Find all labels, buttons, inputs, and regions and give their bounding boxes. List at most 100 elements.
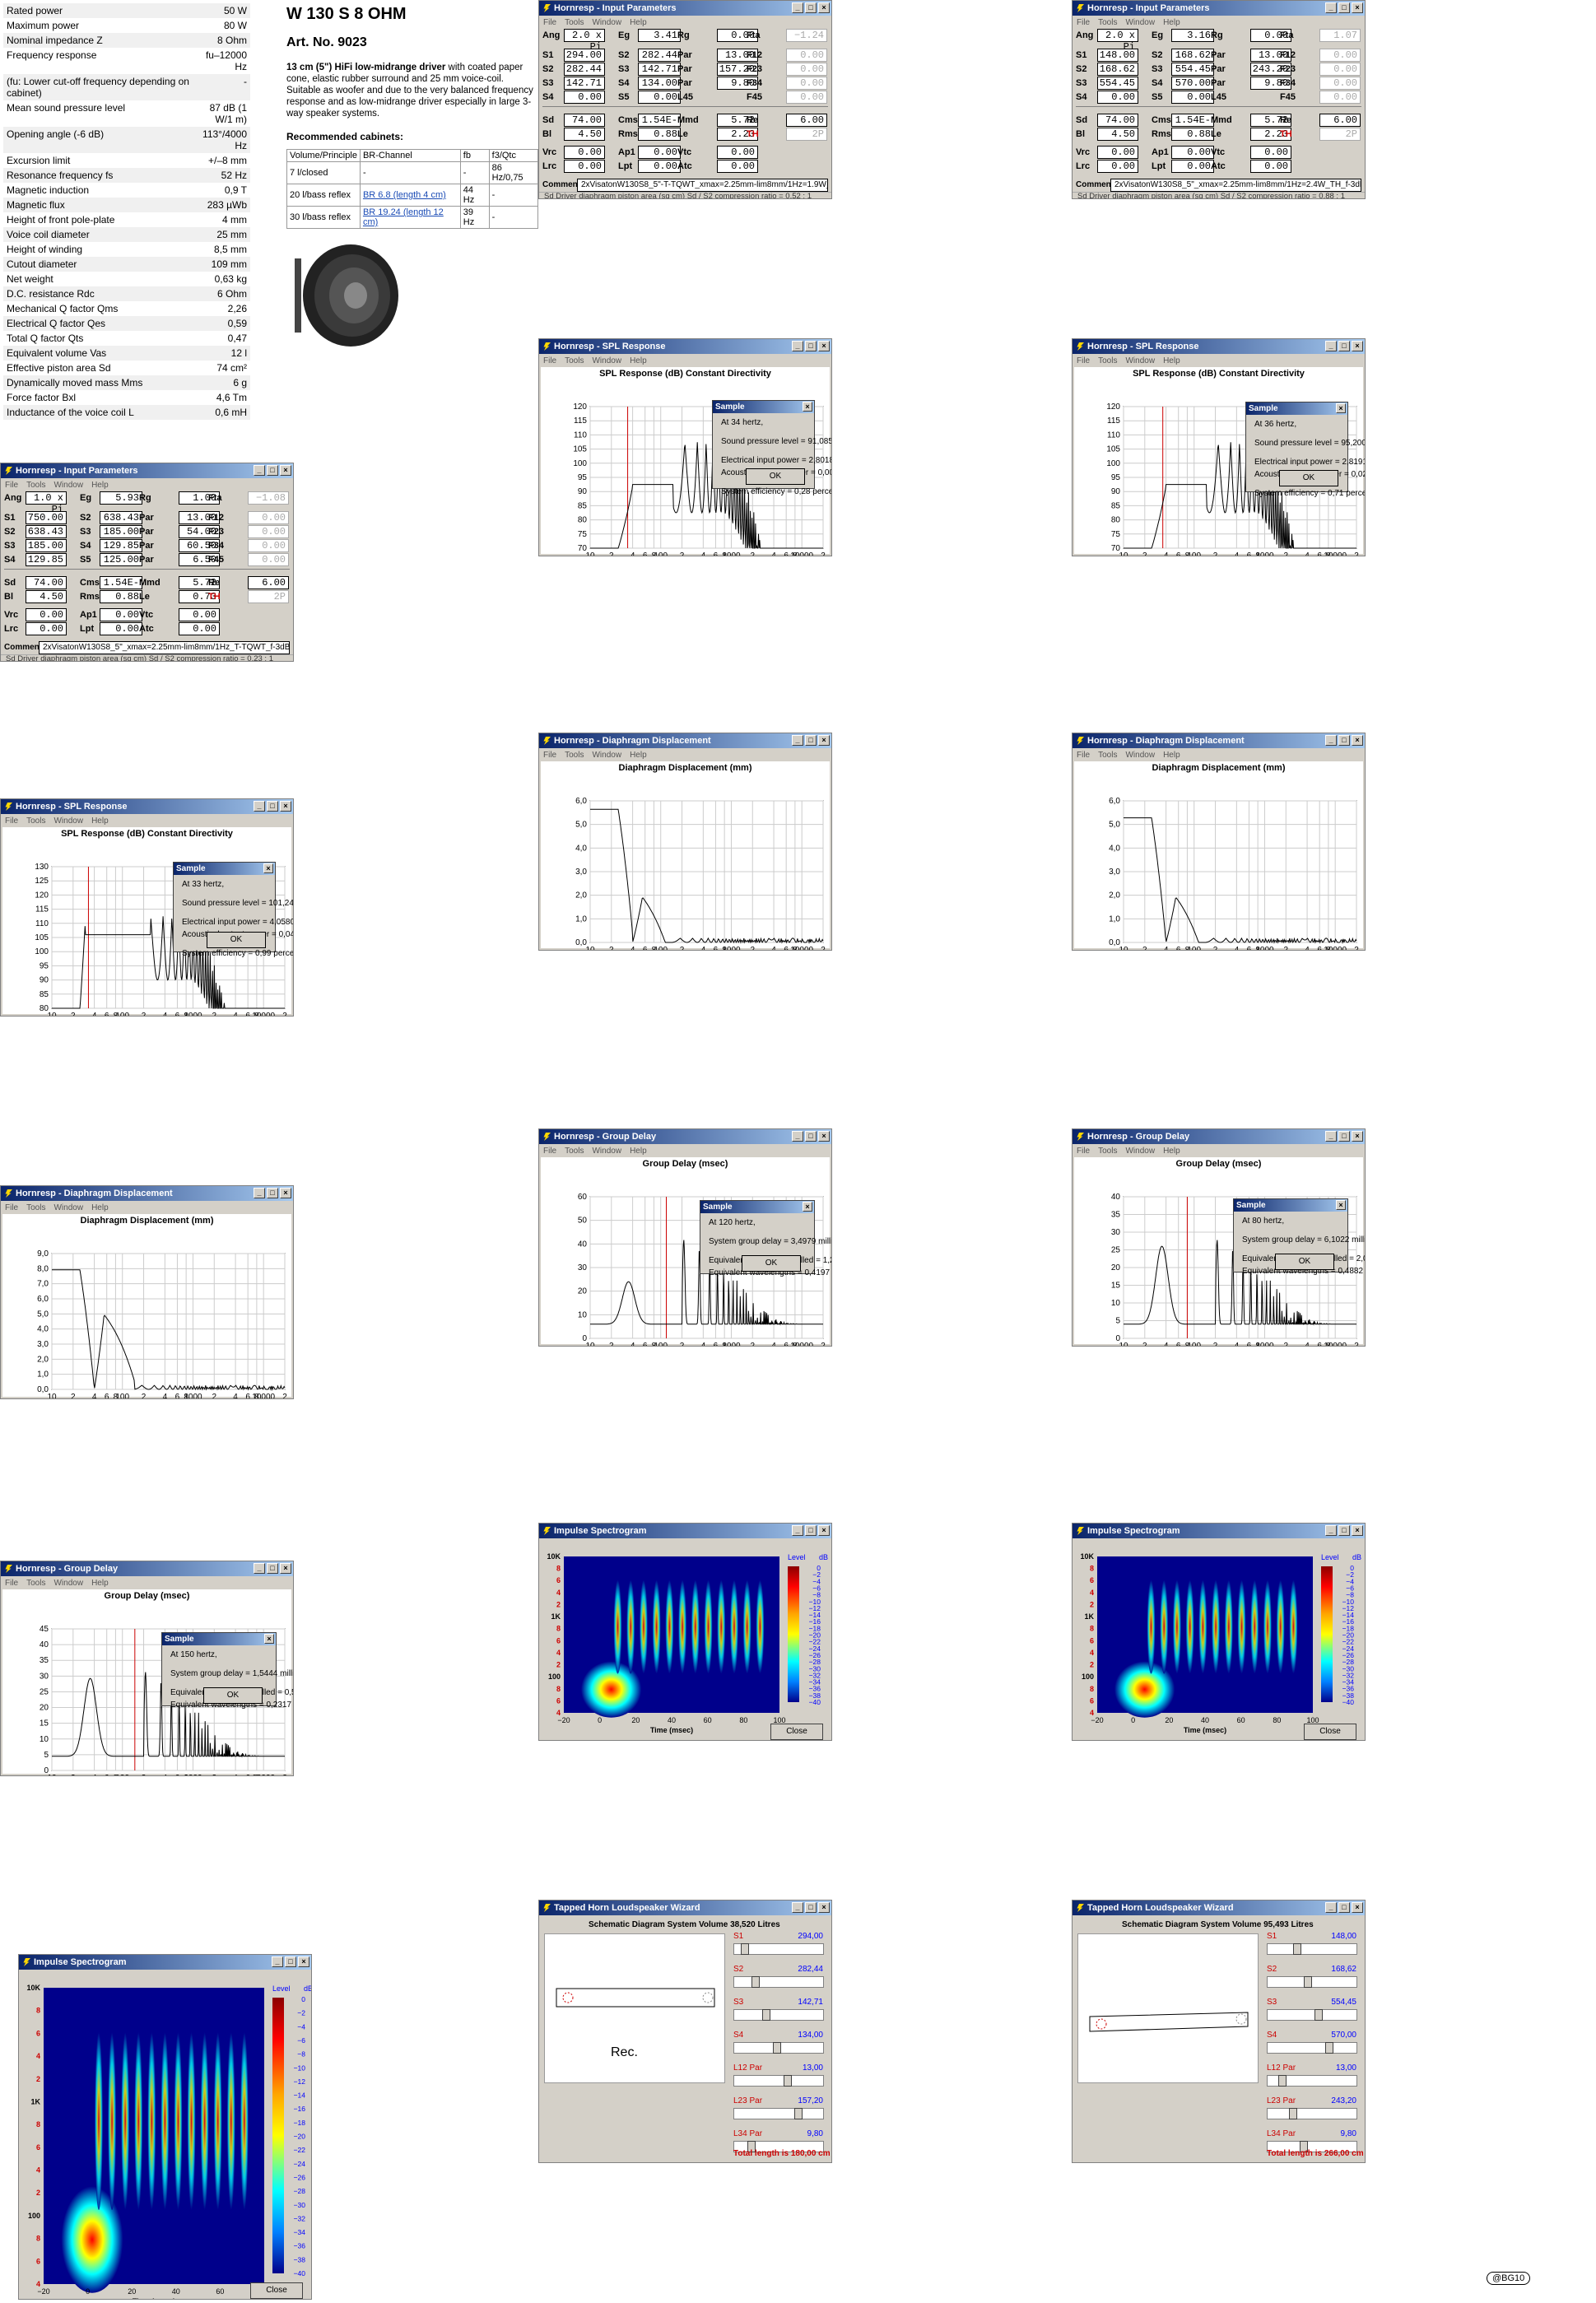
param-field-s1[interactable]: 148.00 <box>1097 49 1138 62</box>
param-field-s2b[interactable]: 638.43 <box>26 525 67 538</box>
slider-thumb[interactable] <box>1314 2009 1323 2021</box>
menu-item[interactable]: Window <box>54 1203 83 1212</box>
param-field-lpt[interactable]: 0.00 <box>100 622 142 635</box>
minimize-icon[interactable]: _ <box>1325 1525 1337 1536</box>
menu-item[interactable]: File <box>5 817 18 826</box>
menu-item[interactable]: Window <box>592 356 621 365</box>
dialog-title-bar[interactable]: Sample × <box>162 1633 276 1645</box>
menu-item[interactable]: Tools <box>1098 1147 1117 1156</box>
minimize-icon[interactable]: _ <box>792 341 803 351</box>
param-field-f45[interactable]: 0.00 <box>786 91 827 104</box>
comment-field[interactable]: 2xVisatonW130S8_5"-T-TQWT_xmax=2.25mm-li… <box>577 179 828 192</box>
maximize-icon[interactable]: □ <box>805 735 817 746</box>
menu-item[interactable]: Help <box>630 356 647 365</box>
close-icon[interactable]: × <box>298 1956 309 1967</box>
ok-button[interactable]: OK <box>203 1687 263 1704</box>
slider-thumb[interactable] <box>741 1943 749 1955</box>
minimize-icon[interactable]: _ <box>792 1902 803 1913</box>
close-icon[interactable]: × <box>280 1563 291 1574</box>
param-field-ap1[interactable]: 0.00 <box>100 608 142 621</box>
minimize-icon[interactable]: _ <box>1325 735 1337 746</box>
param-field-lrc[interactable]: 0.00 <box>1097 160 1138 173</box>
maximize-icon[interactable]: □ <box>1338 1525 1350 1536</box>
close-icon[interactable]: × <box>264 1634 274 1644</box>
param-field-s4[interactable]: 129.85 <box>100 539 142 552</box>
wizard-slider[interactable] <box>733 2042 824 2054</box>
param-field-rms[interactable]: 0.88 <box>638 128 681 141</box>
param-field-s1[interactable]: 750.00 <box>26 511 67 524</box>
maximize-icon[interactable]: □ <box>805 341 817 351</box>
param-field-vrc[interactable]: 0.00 <box>26 608 67 621</box>
param-field-ang[interactable]: 2.0 x Pi <box>1097 29 1138 53</box>
title-bar[interactable]: Hornresp - SPL Response _ □ × <box>1073 339 1365 354</box>
slider-thumb[interactable] <box>773 2042 781 2054</box>
slider-thumb[interactable] <box>1278 2075 1287 2087</box>
param-field-s5[interactable]: 0.00 <box>1171 91 1214 104</box>
dialog-title-bar[interactable]: Sample × <box>700 1201 814 1213</box>
dialog-title-bar[interactable]: Sample × <box>713 401 814 413</box>
param-field-s3b[interactable]: 142.71 <box>564 77 605 90</box>
param-field-cms[interactable]: 1.54E-03 <box>100 576 142 600</box>
maximize-icon[interactable]: □ <box>805 1131 817 1142</box>
menu-item[interactable]: Window <box>592 1147 621 1156</box>
param-field-f45[interactable]: 0.00 <box>248 553 289 566</box>
menu-item[interactable]: File <box>543 1147 556 1156</box>
menu-item[interactable]: File <box>5 1203 18 1212</box>
maximize-icon[interactable]: □ <box>285 1956 296 1967</box>
title-bar[interactable]: Hornresp - SPL Response _ □ × <box>1 799 293 814</box>
maximize-icon[interactable]: □ <box>1338 735 1350 746</box>
ok-button[interactable]: OK <box>1275 1254 1334 1270</box>
slider-thumb[interactable] <box>1325 2042 1333 2054</box>
param-field-vrc[interactable]: 0.00 <box>1097 146 1138 159</box>
minimize-icon[interactable]: _ <box>1325 1902 1337 1913</box>
slider-thumb[interactable] <box>1293 1943 1301 1955</box>
title-bar[interactable]: Hornresp - Group Delay _ □ × <box>539 1129 831 1144</box>
maximize-icon[interactable]: □ <box>1338 341 1350 351</box>
minimize-icon[interactable]: _ <box>254 1563 265 1574</box>
wizard-slider[interactable] <box>1267 2042 1357 2054</box>
title-bar[interactable]: Impulse Spectrogram _ □ × <box>19 1955 311 1970</box>
param-field-lpt[interactable]: 0.00 <box>1171 160 1214 173</box>
title-bar[interactable]: Hornresp - Input Parameters _ □ × <box>1 463 293 478</box>
param-field-vtc[interactable]: 0.00 <box>1250 146 1291 159</box>
param-field-ap1[interactable]: 0.00 <box>638 146 681 159</box>
title-bar[interactable]: Hornresp - Diaphragm Displacement _ □ × <box>1073 733 1365 748</box>
slider-thumb[interactable] <box>1289 2108 1297 2119</box>
param-field-s3[interactable]: 142.71 <box>638 63 681 76</box>
menu-item[interactable]: File <box>5 1579 18 1588</box>
param-field-re[interactable]: 6.00 <box>1319 114 1361 127</box>
close-icon[interactable]: × <box>1352 1902 1363 1913</box>
wizard-slider[interactable] <box>1267 2108 1357 2119</box>
menu-item[interactable]: Window <box>1125 18 1155 27</box>
menu-item[interactable]: Help <box>91 817 109 826</box>
wizard-slider[interactable] <box>733 2075 824 2087</box>
minimize-icon[interactable]: _ <box>792 1525 803 1536</box>
param-field-lrc[interactable]: 0.00 <box>26 622 67 635</box>
menu-item[interactable]: File <box>1077 356 1090 365</box>
ok-button[interactable]: OK <box>742 1255 801 1272</box>
menu-item[interactable]: Help <box>1163 1147 1180 1156</box>
minimize-icon[interactable]: _ <box>792 1131 803 1142</box>
param-field-f23[interactable]: 0.00 <box>1319 63 1361 76</box>
menu-item[interactable]: File <box>1077 1147 1090 1156</box>
param-field-s2[interactable]: 282.44 <box>638 49 681 62</box>
dialog-title-bar[interactable]: Sample × <box>1246 402 1347 415</box>
maximize-icon[interactable]: □ <box>1338 1131 1350 1142</box>
param-field-ap1[interactable]: 0.00 <box>1171 146 1214 159</box>
close-icon[interactable]: × <box>818 1525 830 1536</box>
menu-item[interactable]: Tools <box>26 1203 45 1212</box>
param-field-fta[interactable]: −1.08 <box>248 491 289 505</box>
param-field-lpt[interactable]: 0.00 <box>638 160 681 173</box>
param-field-th[interactable]: 2P <box>786 128 827 141</box>
minimize-icon[interactable]: _ <box>1325 2 1337 13</box>
close-icon[interactable]: × <box>1352 1131 1363 1142</box>
close-icon[interactable]: × <box>280 1188 291 1198</box>
menu-item[interactable]: Help <box>630 1147 647 1156</box>
param-field-eg[interactable]: 3.16 <box>1171 29 1214 42</box>
title-bar[interactable]: Hornresp - Group Delay _ □ × <box>1073 1129 1365 1144</box>
menu-item[interactable]: Tools <box>565 751 584 760</box>
wizard-slider[interactable] <box>1267 2075 1357 2087</box>
param-field-eg[interactable]: 5.93 <box>100 491 142 505</box>
param-field-fta[interactable]: 1.07 <box>1319 29 1361 42</box>
close-icon[interactable]: × <box>818 1902 830 1913</box>
